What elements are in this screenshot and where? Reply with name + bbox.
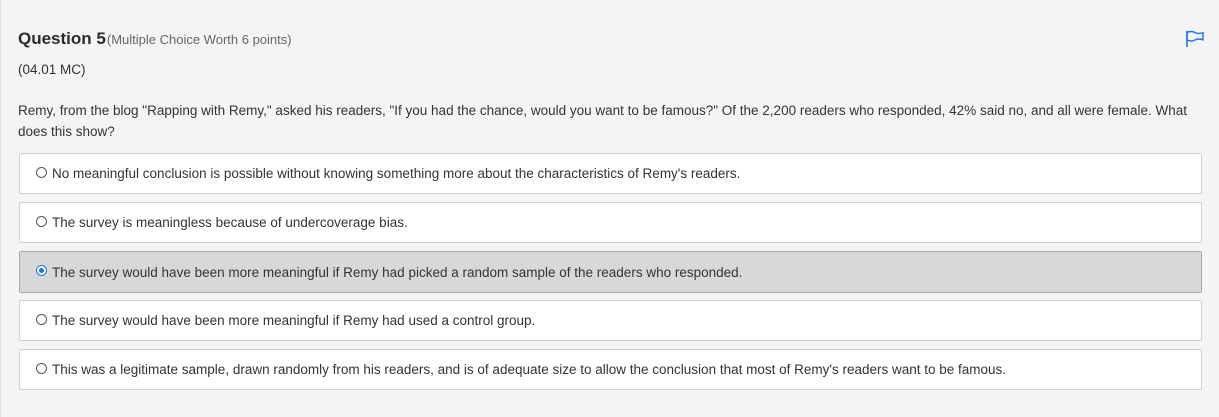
question-card: Question 5 (Multiple Choice Worth 6 poin… (0, 0, 1219, 417)
answer-option-label: The survey would have been more meaningf… (52, 264, 743, 280)
question-worth: (Multiple Choice Worth 6 points) (106, 32, 292, 47)
radio-button-selected[interactable] (36, 265, 47, 276)
answer-option-c[interactable]: The survey would have been more meaningf… (19, 251, 1202, 293)
answer-option-e[interactable]: This was a legitimate sample, drawn rand… (19, 349, 1202, 390)
radio-button[interactable] (36, 166, 47, 178)
question-code: (04.01 MC) (18, 62, 86, 77)
radio-button[interactable] (36, 215, 47, 227)
answer-option-d[interactable]: The survey would have been more meaningf… (19, 300, 1202, 341)
question-header: Question 5 (Multiple Choice Worth 6 poin… (18, 29, 292, 49)
flag-icon[interactable] (1185, 30, 1205, 48)
radio-button[interactable] (36, 313, 47, 325)
radio-button[interactable] (36, 362, 47, 374)
answer-option-a[interactable]: No meaningful conclusion is possible wit… (19, 153, 1202, 194)
answer-option-label: The survey is meaningless because of und… (52, 215, 408, 230)
question-title: Question 5 (18, 29, 106, 48)
answer-option-b[interactable]: The survey is meaningless because of und… (19, 202, 1202, 243)
answer-option-label: No meaningful conclusion is possible wit… (52, 166, 741, 181)
answer-option-label: The survey would have been more meaningf… (52, 313, 536, 328)
question-stem: Remy, from the blog "Rapping with Remy,"… (18, 103, 1188, 139)
answer-option-label: This was a legitimate sample, drawn rand… (52, 362, 1007, 377)
